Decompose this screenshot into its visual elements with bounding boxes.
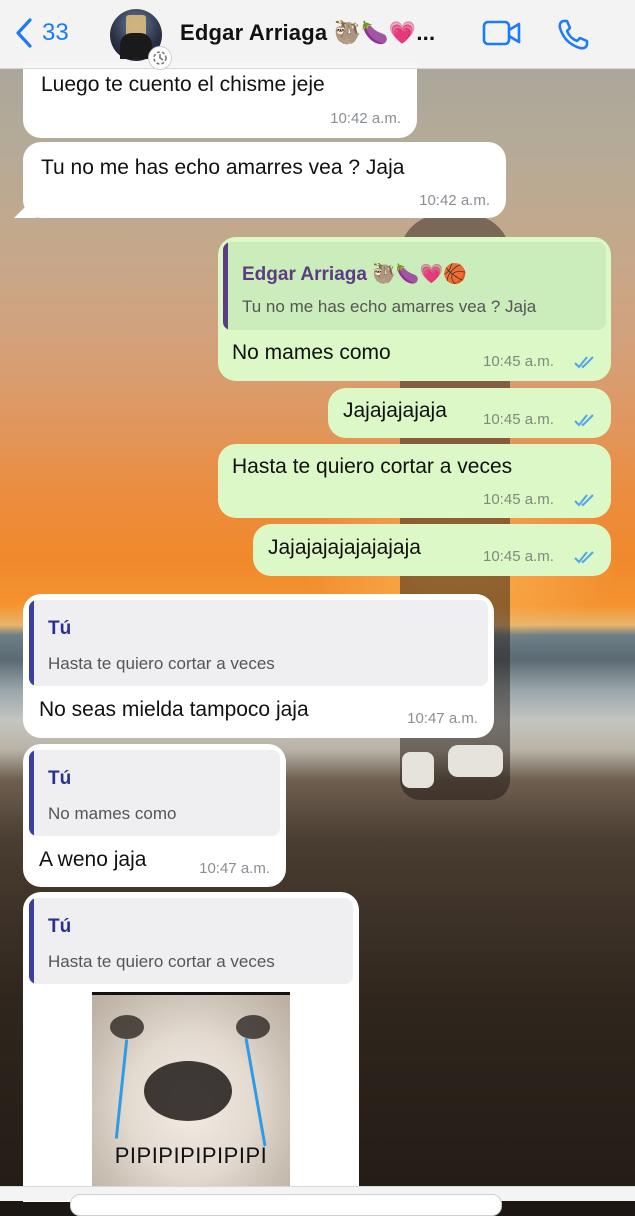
- read-receipt-icon: [574, 414, 594, 427]
- quoted-message[interactable]: Edgar Arriaga 🦥🍆💗🏀 Tu no me has echo ama…: [223, 242, 606, 330]
- quoted-text: No mames como: [48, 804, 177, 823]
- quoted-sender: Tú: [48, 768, 72, 789]
- contact-name[interactable]: Edgar Arriaga 🦥🍆💗...: [180, 20, 435, 46]
- message-bubble-incoming[interactable]: Tú No mames como A weno jaja 10:47 a.m.: [23, 744, 286, 887]
- wallpaper-shoe: [402, 752, 434, 788]
- quoted-message[interactable]: Tú No mames como: [29, 750, 280, 836]
- message-input[interactable]: [70, 1194, 502, 1216]
- sticker-caption: PIPIPIPIPIPIPI: [114, 1143, 268, 1168]
- message-text: Hasta te quiero cortar a veces: [232, 455, 513, 478]
- quoted-text: Hasta te quiero cortar a veces: [48, 654, 275, 673]
- message-composer: [0, 1186, 635, 1216]
- quoted-sender: Edgar Arriaga 🦥🍆💗🏀: [242, 264, 467, 285]
- message-time: 10:42 a.m.: [419, 192, 490, 209]
- quoted-sender: Tú: [48, 916, 72, 937]
- read-receipt-icon: [574, 551, 594, 564]
- message-text: No mames como: [232, 341, 391, 364]
- message-bubble-outgoing[interactable]: Hasta te quiero cortar a veces 10:45 a.m…: [218, 444, 611, 518]
- message-time: 10:47 a.m.: [199, 860, 270, 877]
- video-call-icon: [482, 20, 521, 46]
- message-text: Jajajajajaja: [343, 399, 447, 422]
- message-time: 10:45 a.m.: [483, 491, 554, 508]
- read-receipt-icon: [574, 494, 594, 507]
- wallpaper-shoe: [448, 745, 503, 777]
- message-bubble-incoming[interactable]: Tú Hasta te quiero cortar a veces No sea…: [23, 594, 494, 738]
- message-time: 10:45 a.m.: [483, 411, 554, 428]
- message-bubble-incoming[interactable]: Tu no me has echo amarres vea ? Jaja 10:…: [23, 142, 506, 218]
- phone-icon: [558, 19, 589, 50]
- message-time: 10:42 a.m.: [330, 110, 401, 127]
- voice-call-button[interactable]: [556, 18, 590, 57]
- message-bubble-outgoing[interactable]: Jajajajajajajajaja 10:45 a.m.: [253, 524, 611, 576]
- unread-count: 33: [42, 19, 69, 46]
- message-bubble-outgoing[interactable]: Edgar Arriaga 🦥🍆💗🏀 Tu no me has echo ama…: [218, 237, 611, 381]
- message-text: Jajajajajajajajaja: [268, 536, 421, 559]
- chevron-left-icon: [16, 18, 32, 48]
- back-button[interactable]: 33: [14, 16, 69, 50]
- quoted-message[interactable]: Tú Hasta te quiero cortar a veces: [29, 898, 353, 984]
- message-time: 10:47 a.m.: [407, 710, 478, 727]
- message-time: 10:45 a.m.: [483, 548, 554, 565]
- read-receipt-icon: [574, 356, 594, 369]
- quoted-text: Tu no me has echo amarres vea ? Jaja: [242, 297, 537, 316]
- message-text: Tu no me has echo amarres vea ? Jaja: [41, 156, 405, 179]
- quoted-sender: Tú: [48, 618, 72, 639]
- message-text: A weno jaja: [39, 848, 147, 871]
- message-text: No seas mielda tampoco jaja: [39, 698, 309, 721]
- timer-icon: [148, 46, 172, 70]
- sticker-crying-dog[interactable]: PIPIPIPIPIPIPI: [92, 992, 290, 1195]
- chat-header: 33 Edgar Arriaga 🦥🍆💗...: [0, 0, 635, 70]
- message-bubble-outgoing[interactable]: Jajajajajaja 10:45 a.m.: [328, 388, 611, 438]
- quoted-message[interactable]: Tú Hasta te quiero cortar a veces: [29, 600, 488, 686]
- message-bubble-incoming[interactable]: Luego te cuento el chisme jeje 10:42 a.m…: [23, 62, 417, 138]
- video-call-button[interactable]: [482, 18, 522, 53]
- quoted-text: Hasta te quiero cortar a veces: [48, 952, 275, 971]
- message-time: 10:45 a.m.: [483, 353, 554, 370]
- message-text: Luego te cuento el chisme jeje: [41, 73, 325, 96]
